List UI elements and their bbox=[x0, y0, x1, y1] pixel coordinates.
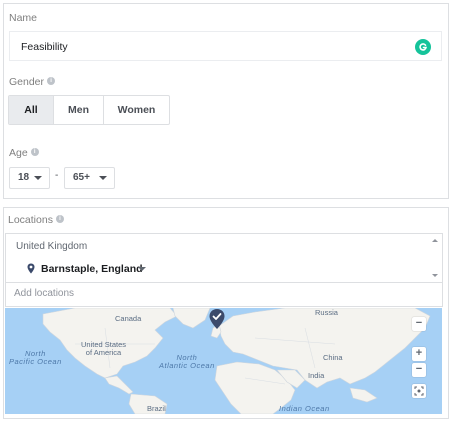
info-icon[interactable]: i bbox=[47, 77, 56, 86]
age-separator: - bbox=[55, 170, 59, 181]
gender-women-button[interactable]: Women bbox=[104, 96, 169, 124]
gender-men-button[interactable]: Men bbox=[54, 96, 104, 124]
age-label-row: Age i bbox=[9, 147, 39, 159]
gender-all-button[interactable]: All bbox=[9, 96, 54, 124]
age-label: Age bbox=[9, 147, 28, 159]
chevron-down-icon[interactable] bbox=[138, 267, 146, 271]
location-map[interactable]: Canada United States of America North Pa… bbox=[5, 308, 442, 414]
chevron-down-icon bbox=[34, 176, 42, 180]
add-locations-field[interactable] bbox=[5, 283, 443, 307]
locations-label: Locations bbox=[8, 214, 53, 226]
map-label-china: China bbox=[323, 353, 343, 362]
chevron-down-icon bbox=[99, 176, 107, 180]
gender-label: Gender bbox=[9, 76, 45, 88]
location-pin-icon bbox=[27, 263, 35, 274]
add-locations-input[interactable] bbox=[14, 288, 314, 299]
locations-label-row: Locations i bbox=[8, 214, 64, 226]
scroll-down-arrow[interactable] bbox=[432, 274, 438, 277]
age-min-dropdown[interactable]: 18 bbox=[9, 167, 50, 189]
grammarly-icon[interactable] bbox=[415, 39, 431, 55]
recenter-button[interactable] bbox=[412, 384, 426, 398]
age-min-value: 18 bbox=[18, 172, 30, 183]
gender-selector: All Men Women bbox=[8, 95, 170, 125]
name-label: Name bbox=[9, 12, 38, 24]
info-icon[interactable]: i bbox=[55, 215, 64, 224]
map-label-usa: United States of America bbox=[81, 340, 127, 357]
map-label-russia: Russia bbox=[315, 308, 338, 317]
age-max-value: 65+ bbox=[73, 172, 90, 183]
age-max-dropdown[interactable]: 65+ bbox=[64, 167, 115, 189]
selected-locations-list[interactable]: United Kingdom Barnstaple, England bbox=[5, 233, 443, 283]
audience-panel: Name Feasibility Gender i All Men Women A… bbox=[3, 3, 449, 199]
map-label-indian-ocean: Indian Ocean bbox=[279, 404, 330, 413]
zoom-in-button[interactable]: + bbox=[412, 347, 426, 361]
audience-name-value: Feasibility bbox=[21, 41, 68, 53]
map-label-india: India bbox=[308, 371, 325, 380]
map-label-north-atlantic: North Atlantic Ocean bbox=[159, 353, 215, 370]
map-label-canada: Canada bbox=[115, 314, 142, 323]
country-heading: United Kingdom bbox=[16, 241, 88, 252]
map-label-north-pacific: North Pacific Ocean bbox=[9, 349, 62, 366]
recenter-icon bbox=[414, 386, 424, 396]
scroll-up-arrow[interactable] bbox=[432, 239, 438, 242]
location-item[interactable]: Barnstaple, England bbox=[41, 263, 143, 275]
locations-panel: Locations i United Kingdom Barnstaple, En… bbox=[3, 207, 449, 419]
audience-name-field[interactable]: Feasibility bbox=[9, 31, 442, 61]
info-icon[interactable]: i bbox=[30, 148, 39, 157]
map-label-brazil: Brazil bbox=[147, 404, 166, 413]
zoom-out-button[interactable]: − bbox=[412, 363, 426, 377]
collapse-map-button[interactable]: − bbox=[412, 317, 426, 331]
map-pin-icon[interactable] bbox=[208, 308, 226, 330]
gender-label-row: Gender i bbox=[9, 76, 56, 88]
